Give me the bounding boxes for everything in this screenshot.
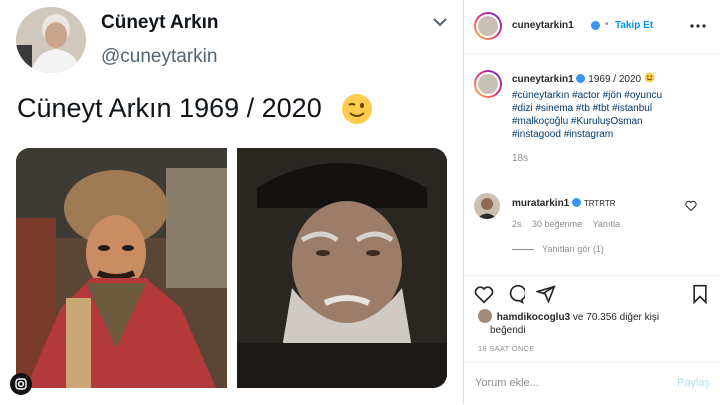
- caption-hashtags-2[interactable]: #dizi #sinema #tb #tbt #istanbul: [512, 102, 712, 115]
- verified-icon: [572, 198, 582, 207]
- post-header: cuneytarkin1 • Takip Et: [464, 0, 720, 54]
- smiling-face-icon: [644, 72, 655, 83]
- caption-hashtags-1[interactable]: #cüneytarkın #actor #jön #oyuncu: [512, 89, 712, 102]
- bookmark-icon[interactable]: [690, 284, 710, 304]
- liker-avatar[interactable]: [478, 309, 492, 323]
- caption: cuneytarkin1 1969 / 2020 #cüneytarkın #a…: [512, 72, 712, 164]
- posted-ago[interactable]: 18 SAAT ÖNCE: [478, 344, 535, 353]
- comment-time[interactable]: 2s: [512, 219, 522, 229]
- post-comment-button[interactable]: Paylaş: [677, 377, 710, 389]
- commenter-username[interactable]: muratarkin1: [512, 198, 569, 209]
- tweet-panel: Cüneyt Arkın @cuneytarkin Cüneyt Arkın 1…: [0, 0, 463, 404]
- comment-icon[interactable]: [505, 284, 525, 304]
- tweet-author-handle[interactable]: @cuneytarkin: [101, 46, 217, 68]
- likes-suffix: beğendi: [490, 325, 526, 336]
- winking-face-icon: [341, 93, 373, 125]
- share-icon[interactable]: [536, 284, 556, 304]
- caption-author-avatar[interactable]: [474, 70, 502, 98]
- post-author-avatar[interactable]: [474, 12, 502, 40]
- verified-icon: [576, 74, 586, 83]
- like-heart-icon[interactable]: [474, 284, 494, 304]
- instagram-post-panel: cuneytarkin1 • Takip Et cuneytarkin1 196…: [464, 0, 720, 404]
- tweet-photo-2020[interactable]: [237, 148, 447, 388]
- comment-meta: 2s 30 beğenme Yanıtla: [512, 219, 620, 229]
- tweet-avatar[interactable]: [16, 7, 86, 73]
- view-replies-label[interactable]: Yanıtları gör (1): [542, 244, 604, 254]
- tweet-author-name[interactable]: Cüneyt Arkın: [101, 12, 219, 34]
- verified-icon: [591, 21, 600, 30]
- instagram-icon: [10, 373, 32, 395]
- comment-likes[interactable]: 30 beğenme: [532, 219, 582, 229]
- tweet-text: Cüneyt Arkın 1969 / 2020: [17, 93, 322, 123]
- tweet-photo-1969[interactable]: [16, 148, 227, 388]
- caption-hashtags-3[interactable]: #malkoçoğlu #KuruluşOsman: [512, 115, 712, 128]
- post-author-username[interactable]: cuneytarkin1: [512, 20, 574, 31]
- caption-hashtags-4[interactable]: #instagood #instagram: [512, 128, 712, 141]
- view-replies[interactable]: Yanıtları gör (1): [512, 244, 604, 254]
- likes-summary: hamdikocoglu3 ve 70.356 diğer kişi beğen…: [478, 309, 708, 337]
- comment: muratarkin1 TRTRTR: [512, 197, 616, 210]
- caption-text: 1969 / 2020: [588, 74, 642, 85]
- reply-button[interactable]: Yanıtla: [593, 219, 620, 229]
- caption-username[interactable]: cuneytarkin1: [512, 74, 574, 85]
- likes-count[interactable]: ve 70.356 diğer kişi: [573, 312, 659, 323]
- comment-text: TRTRTR: [583, 199, 616, 208]
- commenter-avatar[interactable]: [474, 193, 500, 219]
- first-liker[interactable]: hamdikocoglu3: [497, 312, 570, 323]
- heart-icon[interactable]: [685, 200, 697, 211]
- chevron-down-icon[interactable]: [430, 12, 450, 32]
- follow-button[interactable]: Takip Et: [615, 20, 653, 31]
- actions-divider: [464, 275, 720, 276]
- comment-bar: Yorum ekle... Paylaş: [464, 362, 720, 405]
- more-options-icon[interactable]: [690, 23, 706, 29]
- comment-input[interactable]: Yorum ekle...: [475, 377, 539, 389]
- caption-time[interactable]: 18s: [512, 153, 712, 164]
